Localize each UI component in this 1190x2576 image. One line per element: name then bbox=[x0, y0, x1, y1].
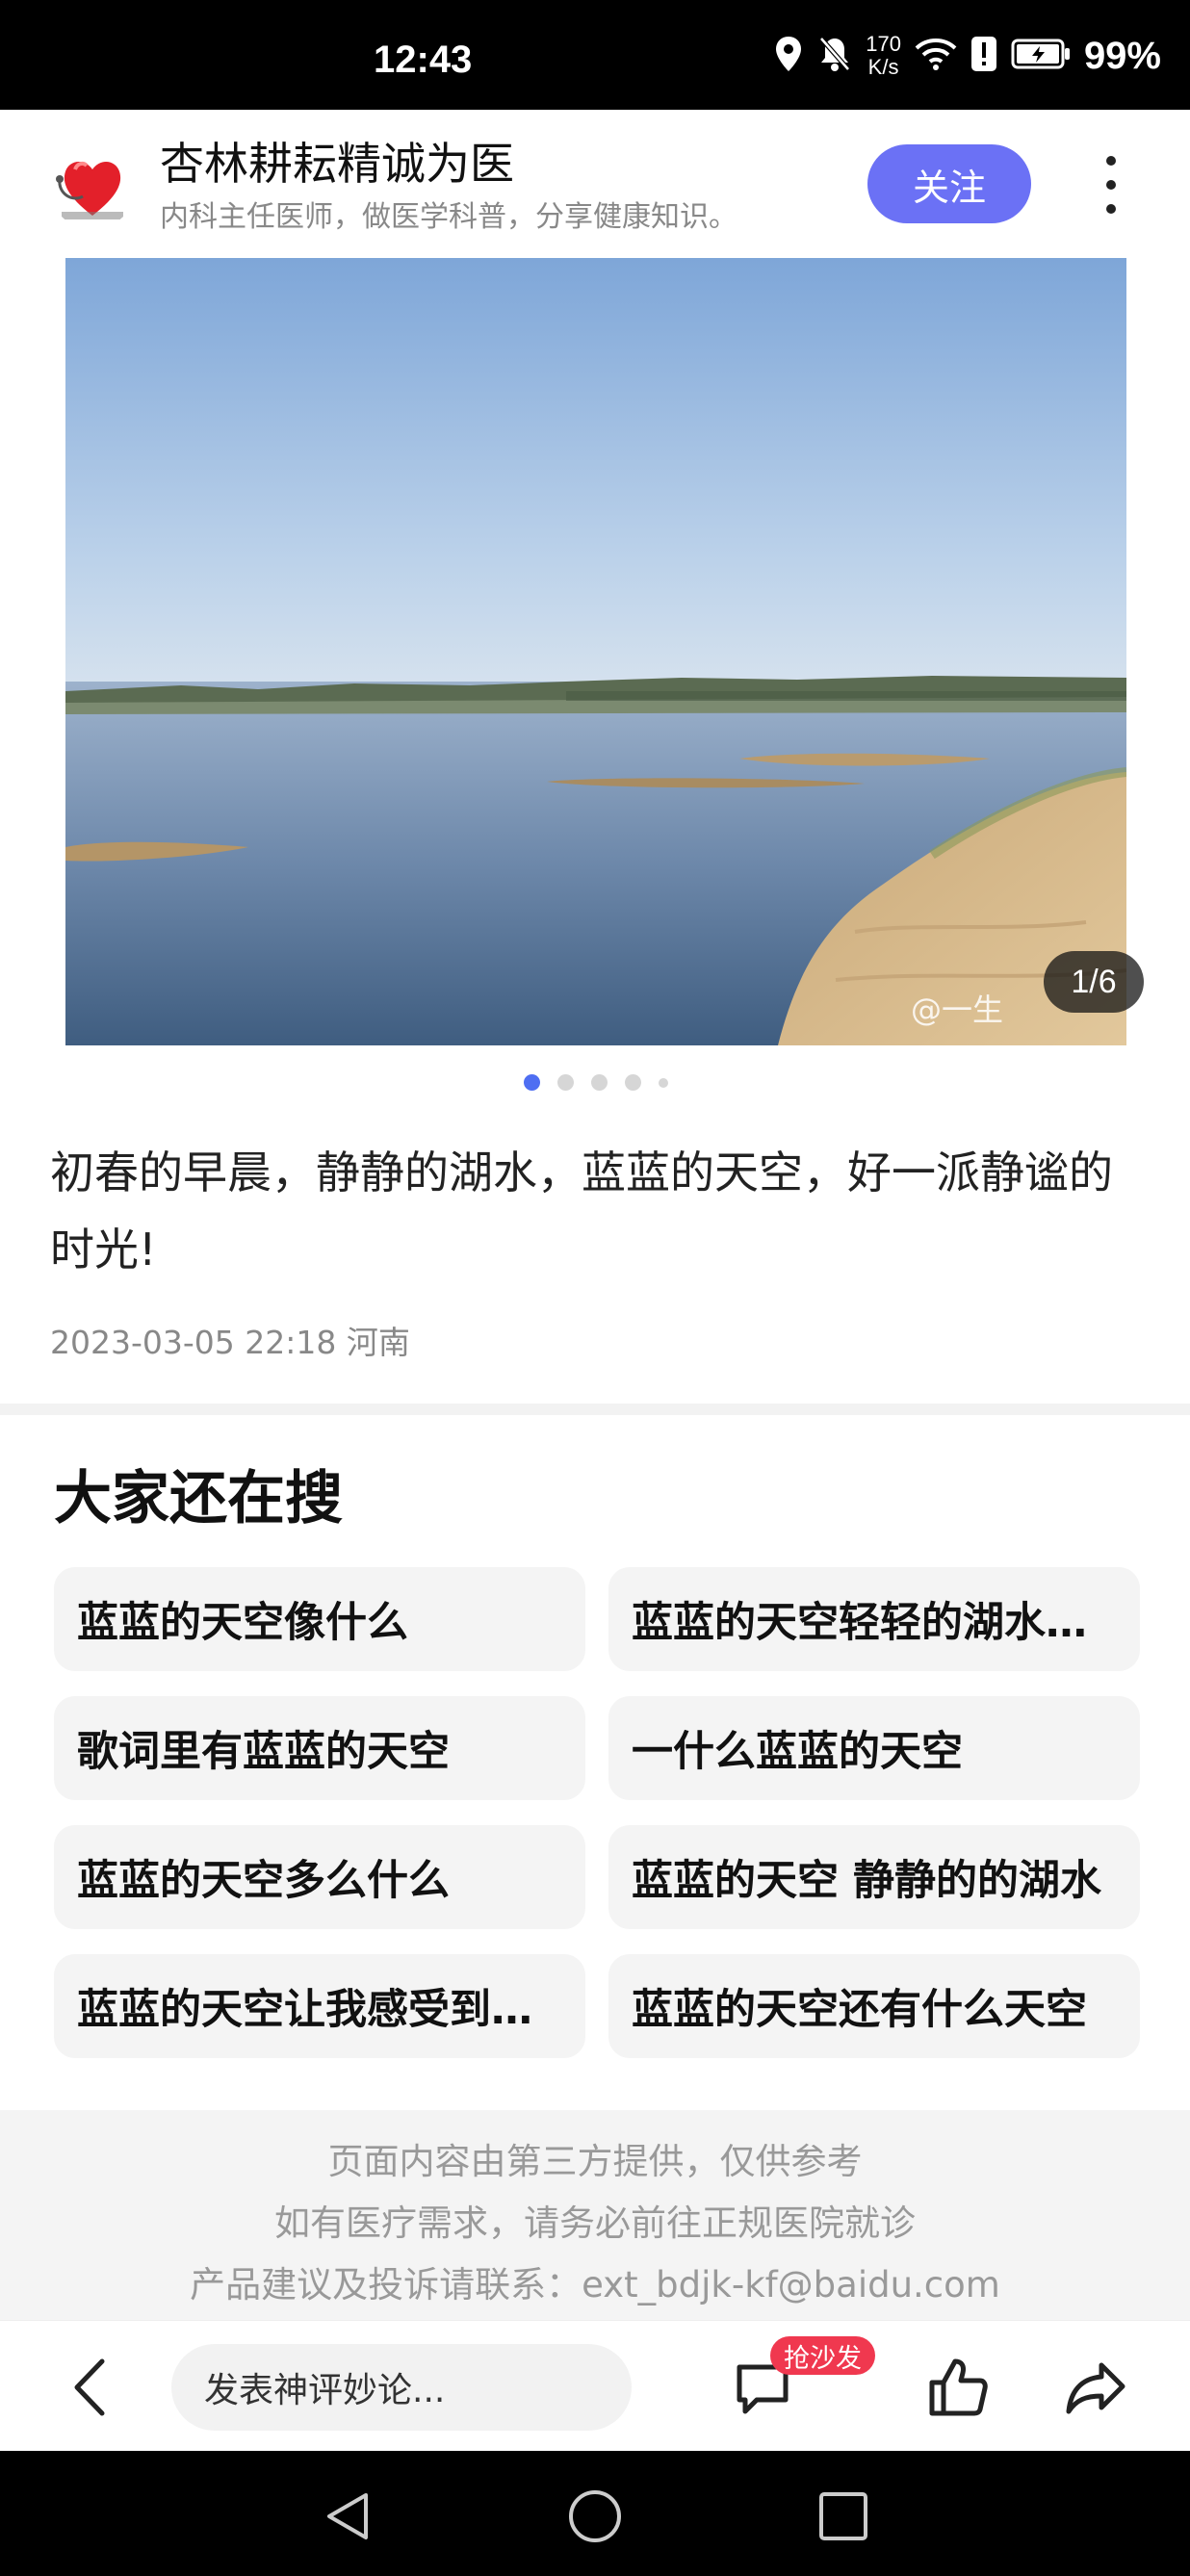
system-nav-bar bbox=[0, 2451, 1190, 2576]
carousel-dot[interactable] bbox=[659, 1077, 668, 1088]
like-icon[interactable] bbox=[924, 2354, 992, 2421]
related-search-label: 蓝蓝的天空让我感受到什… bbox=[77, 1986, 562, 2034]
related-search-item[interactable]: 蓝蓝的天空 静静的的湖水 bbox=[608, 1825, 1140, 1929]
related-search-label: 蓝蓝的天空还有什么天空 bbox=[632, 1986, 1087, 2034]
related-search-label: 一什么蓝蓝的天空 bbox=[632, 1728, 963, 1776]
carousel-dot[interactable] bbox=[625, 1074, 641, 1091]
contact-line: 产品建议及投诉请联系：ext_bdjk-kf@baidu.com bbox=[190, 2264, 1000, 2306]
related-search-item[interactable]: 蓝蓝的天空像什么 bbox=[54, 1567, 585, 1671]
related-search-label: 蓝蓝的天空像什么 bbox=[77, 1599, 408, 1647]
sofa-badge[interactable]: 抢沙发 bbox=[770, 2336, 875, 2375]
carousel-dot[interactable] bbox=[591, 1074, 608, 1091]
related-search-label: 蓝蓝的天空 静静的的湖水 bbox=[632, 1857, 1101, 1905]
net-speed: 170 K/s bbox=[866, 33, 901, 79]
disclaimer-line: 页面内容由第三方提供，仅供参考 bbox=[327, 2141, 863, 2182]
heart-stethoscope-icon bbox=[48, 141, 137, 229]
photo-page-indicator: 1/6 bbox=[1044, 951, 1144, 1013]
related-search-item[interactable]: 一什么蓝蓝的天空 bbox=[608, 1696, 1140, 1800]
status-bar: 12:43 170 K/s 99% bbox=[0, 0, 1190, 110]
related-search-label: 蓝蓝的天空轻轻的湖水谁… bbox=[632, 1599, 1117, 1647]
net-speed-value: 170 bbox=[866, 32, 901, 56]
lake-landscape-image bbox=[65, 258, 1126, 1045]
battery-icon bbox=[1011, 38, 1071, 74]
comment-input[interactable]: 发表神评妙论... bbox=[171, 2344, 632, 2431]
carousel-dot-active[interactable] bbox=[524, 1074, 540, 1091]
nav-back-icon[interactable] bbox=[318, 2487, 375, 2549]
back-icon[interactable] bbox=[64, 2354, 121, 2421]
follow-button[interactable]: 关注 bbox=[867, 144, 1031, 223]
nav-recent-icon[interactable] bbox=[816, 2489, 870, 2547]
related-search-item[interactable]: 蓝蓝的天空轻轻的湖水谁… bbox=[608, 1567, 1140, 1671]
related-search-title: 大家还在搜 bbox=[54, 1465, 343, 1533]
bottom-toolbar: 发表神评妙论... 抢沙发 bbox=[0, 2320, 1190, 2452]
disclaimer-line: 如有医疗需求，请务必前往正规医院就诊 bbox=[274, 2202, 916, 2244]
related-search-item[interactable]: 蓝蓝的天空让我感受到什… bbox=[54, 1954, 585, 2058]
carousel-dots bbox=[524, 1074, 668, 1091]
status-time: 12:43 bbox=[374, 39, 473, 81]
related-search-label: 歌词里有蓝蓝的天空 bbox=[77, 1728, 450, 1776]
nav-home-icon[interactable] bbox=[566, 2487, 624, 2549]
post-photo[interactable] bbox=[65, 258, 1126, 1045]
battery-percent: 99% bbox=[1083, 34, 1161, 77]
disclaimer-footer: 页面内容由第三方提供，仅供参考 如有医疗需求，请务必前往正规医院就诊 产品建议及… bbox=[0, 2110, 1190, 2320]
related-search-item[interactable]: 蓝蓝的天空还有什么天空 bbox=[608, 1954, 1140, 2058]
carousel-dot[interactable] bbox=[557, 1074, 574, 1091]
mute-icon bbox=[817, 35, 852, 77]
post-caption: 初春的早晨，静静的湖水，蓝蓝的天空，好一派静谧的时光! bbox=[50, 1146, 1113, 1275]
author-header: 杏林耕耘精诚为医 内科主任医师，做医学科普，分享健康知识。 关注 bbox=[0, 110, 1190, 256]
author-name[interactable]: 杏林耕耘精诚为医 bbox=[160, 129, 514, 193]
related-search-item[interactable]: 歌词里有蓝蓝的天空 bbox=[54, 1696, 585, 1800]
related-search-label: 蓝蓝的天空多么什么 bbox=[77, 1857, 450, 1905]
status-icons: 170 K/s 99% bbox=[773, 27, 1161, 85]
share-icon[interactable] bbox=[1063, 2357, 1128, 2419]
alert-icon bbox=[970, 35, 997, 77]
net-speed-unit: K/s bbox=[867, 55, 899, 79]
author-avatar[interactable] bbox=[48, 141, 137, 229]
photo-watermark: @一生 bbox=[911, 992, 1004, 1028]
more-icon[interactable] bbox=[1092, 156, 1130, 214]
location-icon bbox=[773, 35, 804, 77]
related-search-list: 蓝蓝的天空像什么 蓝蓝的天空轻轻的湖水谁… 歌词里有蓝蓝的天空 一什么蓝蓝的天空… bbox=[54, 1567, 1140, 2058]
post-meta: 2023-03-05 22:18 河南 bbox=[50, 1324, 410, 1361]
section-divider bbox=[0, 1404, 1190, 1415]
related-search-item[interactable]: 蓝蓝的天空多么什么 bbox=[54, 1825, 585, 1929]
wifi-icon bbox=[915, 37, 957, 75]
author-description: 内科主任医师，做医学科普，分享健康知识。 bbox=[160, 200, 737, 234]
